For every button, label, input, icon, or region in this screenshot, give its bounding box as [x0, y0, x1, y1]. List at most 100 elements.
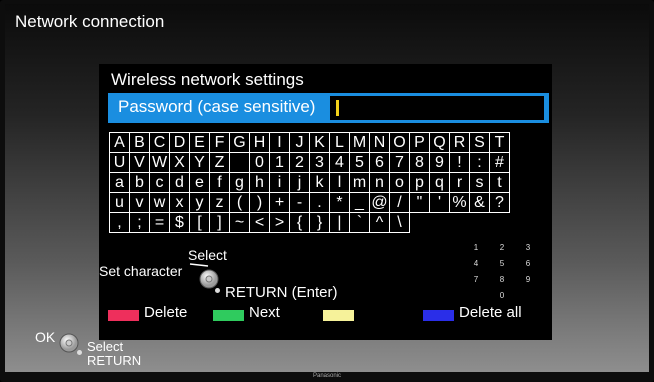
key-1-13[interactable]: 6 [369, 152, 390, 173]
key-3-18[interactable]: & [469, 192, 490, 213]
key-4-11[interactable]: | [329, 212, 350, 233]
key-2-14[interactable]: o [389, 172, 410, 193]
key-3-7[interactable]: ) [249, 192, 270, 213]
key-2-5[interactable]: f [209, 172, 230, 193]
key-0-11[interactable]: L [329, 132, 350, 153]
key-2-9[interactable]: j [289, 172, 310, 193]
key-3-5[interactable]: z [209, 192, 230, 213]
key-2-12[interactable]: m [349, 172, 370, 193]
key-3-14[interactable]: / [389, 192, 410, 213]
key-1-7[interactable]: 0 [249, 152, 270, 173]
key-3-2[interactable]: w [149, 192, 170, 213]
key-1-1[interactable]: V [129, 152, 150, 173]
key-2-8[interactable]: i [269, 172, 290, 193]
key-3-8[interactable]: + [269, 192, 290, 213]
key-0-14[interactable]: O [389, 132, 410, 153]
key-0-2[interactable]: C [149, 132, 170, 153]
key-3-1[interactable]: v [129, 192, 150, 213]
key-2-19[interactable]: t [489, 172, 510, 193]
key-4-10[interactable]: } [309, 212, 330, 233]
key-1-14[interactable]: 7 [389, 152, 410, 173]
key-0-10[interactable]: K [309, 132, 330, 153]
key-4-8[interactable]: > [269, 212, 290, 233]
key-0-1[interactable]: B [129, 132, 150, 153]
key-4-0[interactable]: , [109, 212, 130, 233]
key-4-13[interactable]: ^ [369, 212, 390, 233]
key-3-16[interactable]: ' [429, 192, 450, 213]
key-0-19[interactable]: T [489, 132, 510, 153]
key-0-5[interactable]: F [209, 132, 230, 153]
key-0-17[interactable]: R [449, 132, 470, 153]
key-0-7[interactable]: H [249, 132, 270, 153]
key-4-2[interactable]: = [149, 212, 170, 233]
key-4-12[interactable]: ` [349, 212, 370, 233]
key-1-11[interactable]: 4 [329, 152, 350, 173]
key-4-5[interactable]: ] [209, 212, 230, 233]
key-2-15[interactable]: p [409, 172, 430, 193]
key-0-0[interactable]: A [109, 132, 130, 153]
key-1-18[interactable]: : [469, 152, 490, 173]
red-key[interactable] [108, 310, 139, 321]
key-2-4[interactable]: e [189, 172, 210, 193]
key-4-9[interactable]: { [289, 212, 310, 233]
key-3-19[interactable]: ? [489, 192, 510, 213]
key-3-6[interactable]: ( [229, 192, 250, 213]
key-1-5[interactable]: Z [209, 152, 230, 173]
key-3-12[interactable]: _ [349, 192, 370, 213]
key-0-15[interactable]: P [409, 132, 430, 153]
key-2-7[interactable]: h [249, 172, 270, 193]
key-3-15[interactable]: " [409, 192, 430, 213]
key-0-6[interactable]: G [229, 132, 250, 153]
key-4-4[interactable]: [ [189, 212, 210, 233]
password-row[interactable]: Password (case sensitive) [108, 93, 549, 123]
key-1-4[interactable]: Y [189, 152, 210, 173]
key-1-0[interactable]: U [109, 152, 130, 173]
key-1-19[interactable]: # [489, 152, 510, 173]
key-4-14[interactable]: \ [389, 212, 410, 233]
key-3-3[interactable]: x [169, 192, 190, 213]
key-2-13[interactable]: n [369, 172, 390, 193]
key-2-17[interactable]: r [449, 172, 470, 193]
password-input[interactable] [330, 96, 544, 120]
key-0-4[interactable]: E [189, 132, 210, 153]
key-1-15[interactable]: 8 [409, 152, 430, 173]
key-0-8[interactable]: I [269, 132, 290, 153]
key-3-11[interactable]: * [329, 192, 350, 213]
key-2-16[interactable]: q [429, 172, 450, 193]
key-0-13[interactable]: N [369, 132, 390, 153]
yellow-key[interactable] [323, 310, 354, 321]
key-0-18[interactable]: S [469, 132, 490, 153]
key-3-13[interactable]: @ [369, 192, 390, 213]
key-3-4[interactable]: y [189, 192, 210, 213]
key-1-16[interactable]: 9 [429, 152, 450, 173]
key-3-10[interactable]: . [309, 192, 330, 213]
key-2-6[interactable]: g [229, 172, 250, 193]
key-4-3[interactable]: $ [169, 212, 190, 233]
key-2-2[interactable]: c [149, 172, 170, 193]
key-1-17[interactable]: ! [449, 152, 470, 173]
key-1-3[interactable]: X [169, 152, 190, 173]
key-3-17[interactable]: % [449, 192, 470, 213]
key-0-9[interactable]: J [289, 132, 310, 153]
green-key[interactable] [213, 310, 244, 321]
key-1-2[interactable]: W [149, 152, 170, 173]
key-1-6[interactable] [229, 152, 250, 173]
key-2-11[interactable]: l [329, 172, 350, 193]
key-3-0[interactable]: u [109, 192, 130, 213]
key-1-9[interactable]: 2 [289, 152, 310, 173]
key-2-3[interactable]: d [169, 172, 190, 193]
blue-key[interactable] [423, 310, 454, 321]
key-3-9[interactable]: - [289, 192, 310, 213]
key-0-3[interactable]: D [169, 132, 190, 153]
key-2-10[interactable]: k [309, 172, 330, 193]
key-1-12[interactable]: 5 [349, 152, 370, 173]
key-0-16[interactable]: Q [429, 132, 450, 153]
key-4-7[interactable]: < [249, 212, 270, 233]
key-4-6[interactable]: ~ [229, 212, 250, 233]
key-0-12[interactable]: M [349, 132, 370, 153]
key-1-10[interactable]: 3 [309, 152, 330, 173]
key-1-8[interactable]: 1 [269, 152, 290, 173]
key-2-0[interactable]: a [109, 172, 130, 193]
key-2-18[interactable]: s [469, 172, 490, 193]
key-4-1[interactable]: ; [129, 212, 150, 233]
